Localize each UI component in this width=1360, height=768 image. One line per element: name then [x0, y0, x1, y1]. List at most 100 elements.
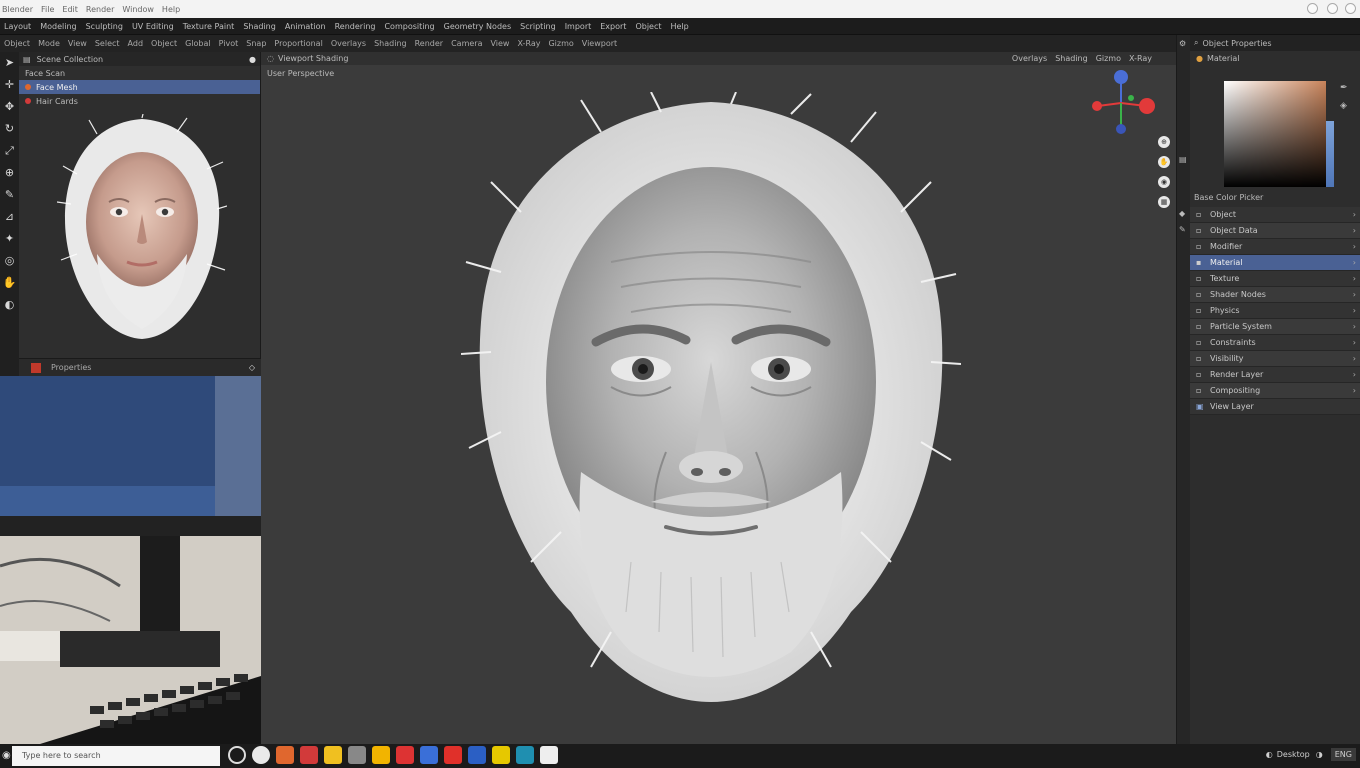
- properties-item[interactable]: ▫ Constraints ›: [1190, 335, 1360, 351]
- properties-item[interactable]: ▫ Render Layer ›: [1190, 367, 1360, 383]
- app-icon[interactable]: [468, 746, 486, 764]
- toolbar-item[interactable]: Object: [151, 39, 177, 48]
- toolbar-item[interactable]: Proportional: [274, 39, 322, 48]
- properties-item[interactable]: ▫ Modifier ›: [1190, 239, 1360, 255]
- expand-icon[interactable]: ›: [1353, 386, 1356, 395]
- tab-object[interactable]: Object: [635, 22, 661, 31]
- properties-item[interactable]: ▫ Shader Nodes ›: [1190, 287, 1360, 303]
- properties-item-selected[interactable]: ▪ Material ›: [1190, 255, 1360, 271]
- tab-import[interactable]: Import: [565, 22, 592, 31]
- transform-tool-icon[interactable]: ⊕: [3, 166, 17, 180]
- title-item[interactable]: File: [41, 5, 54, 14]
- measure-tool-icon[interactable]: ⊿: [3, 210, 17, 224]
- outliner-row[interactable]: Face Scan: [19, 66, 260, 80]
- view-tab-icon[interactable]: ▤: [1179, 155, 1189, 165]
- toolbar-item[interactable]: Viewport: [582, 39, 617, 48]
- title-item[interactable]: Window: [122, 5, 154, 14]
- app-icon[interactable]: [444, 746, 462, 764]
- app-icon[interactable]: [420, 746, 438, 764]
- blender-app-icon[interactable]: [540, 746, 558, 764]
- grab-tool-icon[interactable]: ✋: [3, 276, 17, 290]
- app-icon[interactable]: [300, 746, 318, 764]
- language-indicator[interactable]: ENG: [1330, 748, 1356, 761]
- browser-icon[interactable]: [252, 746, 270, 764]
- tab-geometry-nodes[interactable]: Geometry Nodes: [444, 22, 511, 31]
- expand-icon[interactable]: ›: [1353, 210, 1356, 219]
- outliner-row[interactable]: Hair Cards: [19, 94, 260, 108]
- expand-icon[interactable]: ›: [1353, 274, 1356, 283]
- toolbar-item[interactable]: Pivot: [219, 39, 239, 48]
- search-icon[interactable]: ⌕: [1194, 38, 1198, 48]
- palette-icon[interactable]: ◈: [1340, 101, 1347, 111]
- close-button[interactable]: [1345, 3, 1356, 14]
- expand-icon[interactable]: ›: [1353, 322, 1356, 331]
- color-picker-field[interactable]: [1224, 81, 1326, 187]
- mask-tool-icon[interactable]: ◐: [3, 298, 17, 312]
- properties-item[interactable]: ▫ Object ›: [1190, 207, 1360, 223]
- close-dot-icon[interactable]: ●: [249, 55, 256, 64]
- tab-layout[interactable]: Layout: [4, 22, 31, 31]
- overlays-toggle[interactable]: Overlays: [1012, 54, 1047, 63]
- title-item[interactable]: Blender: [2, 5, 33, 14]
- diamond-icon[interactable]: ◇: [249, 363, 255, 372]
- toolbar-item[interactable]: Global: [185, 39, 211, 48]
- tab-sculpting[interactable]: Sculpting: [86, 22, 123, 31]
- toolbar-item[interactable]: Shading: [374, 39, 407, 48]
- minimize-button[interactable]: [1307, 3, 1318, 14]
- expand-icon[interactable]: ›: [1353, 338, 1356, 347]
- expand-icon[interactable]: ›: [1353, 290, 1356, 299]
- properties-item[interactable]: ▫ Compositing ›: [1190, 383, 1360, 399]
- toolbar-item[interactable]: Mode: [38, 39, 60, 48]
- app-icon[interactable]: [516, 746, 534, 764]
- eyedropper-icon[interactable]: ✒: [1340, 83, 1348, 93]
- 3d-viewport[interactable]: ◌ Viewport Shading Overlays Shading Gizm…: [261, 52, 1176, 744]
- shading-toggle[interactable]: Shading: [1055, 54, 1088, 63]
- pan-icon[interactable]: ✋: [1158, 156, 1170, 168]
- sculpted-head-model[interactable]: [461, 92, 961, 712]
- taskbar-search-input[interactable]: Type here to search: [12, 746, 220, 766]
- expand-icon[interactable]: ›: [1353, 370, 1356, 379]
- tool-tab-icon[interactable]: ⚙: [1179, 39, 1189, 49]
- cortana-icon[interactable]: [228, 746, 246, 764]
- toolbar-item[interactable]: Gizmo: [548, 39, 573, 48]
- properties-item[interactable]: ▫ Particle System ›: [1190, 319, 1360, 335]
- tab-shading[interactable]: Shading: [243, 22, 276, 31]
- tab-compositing[interactable]: Compositing: [384, 22, 434, 31]
- title-item[interactable]: Render: [86, 5, 114, 14]
- move-tool-icon[interactable]: ✥: [3, 100, 17, 114]
- tab-modeling[interactable]: Modeling: [40, 22, 76, 31]
- properties-item[interactable]: ▫ Visibility ›: [1190, 351, 1360, 367]
- properties-item[interactable]: ▫ Object Data ›: [1190, 223, 1360, 239]
- rotate-tool-icon[interactable]: ↻: [3, 122, 17, 136]
- start-icon[interactable]: ◉: [2, 750, 11, 761]
- network-icon[interactable]: ◐: [1266, 750, 1273, 759]
- annotate-tool-icon[interactable]: ✎: [3, 188, 17, 202]
- zoom-icon[interactable]: ⊕: [1158, 136, 1170, 148]
- perspective-icon[interactable]: ▦: [1158, 196, 1170, 208]
- edit-tab-icon[interactable]: ✎: [1179, 225, 1189, 235]
- toolbar-item[interactable]: Snap: [246, 39, 266, 48]
- tab-texture-paint[interactable]: Texture Paint: [183, 22, 235, 31]
- tab-export[interactable]: Export: [600, 22, 626, 31]
- tab-rendering[interactable]: Rendering: [335, 22, 376, 31]
- toolbar-item[interactable]: Render: [415, 39, 443, 48]
- maximize-button[interactable]: [1327, 3, 1338, 14]
- xray-toggle[interactable]: X-Ray: [1129, 54, 1152, 63]
- expand-icon[interactable]: ›: [1353, 242, 1356, 251]
- expand-icon[interactable]: ›: [1353, 258, 1356, 267]
- tab-scripting[interactable]: Scripting: [520, 22, 556, 31]
- app-icon[interactable]: [276, 746, 294, 764]
- select-tool-icon[interactable]: ➤: [3, 56, 17, 70]
- toolbar-item[interactable]: View: [490, 39, 509, 48]
- toolbar-item[interactable]: View: [68, 39, 87, 48]
- outliner-row-selected[interactable]: Face Mesh: [19, 80, 260, 94]
- scale-tool-icon[interactable]: ⤢: [3, 144, 17, 158]
- app-icon[interactable]: [396, 746, 414, 764]
- app-icon[interactable]: [348, 746, 366, 764]
- app-icon[interactable]: [492, 746, 510, 764]
- folder-icon[interactable]: [372, 746, 390, 764]
- expand-icon[interactable]: ›: [1353, 354, 1356, 363]
- properties-item[interactable]: ▣ View Layer: [1190, 399, 1360, 415]
- tab-animation[interactable]: Animation: [285, 22, 326, 31]
- item-tab-icon[interactable]: ◆: [1179, 209, 1189, 219]
